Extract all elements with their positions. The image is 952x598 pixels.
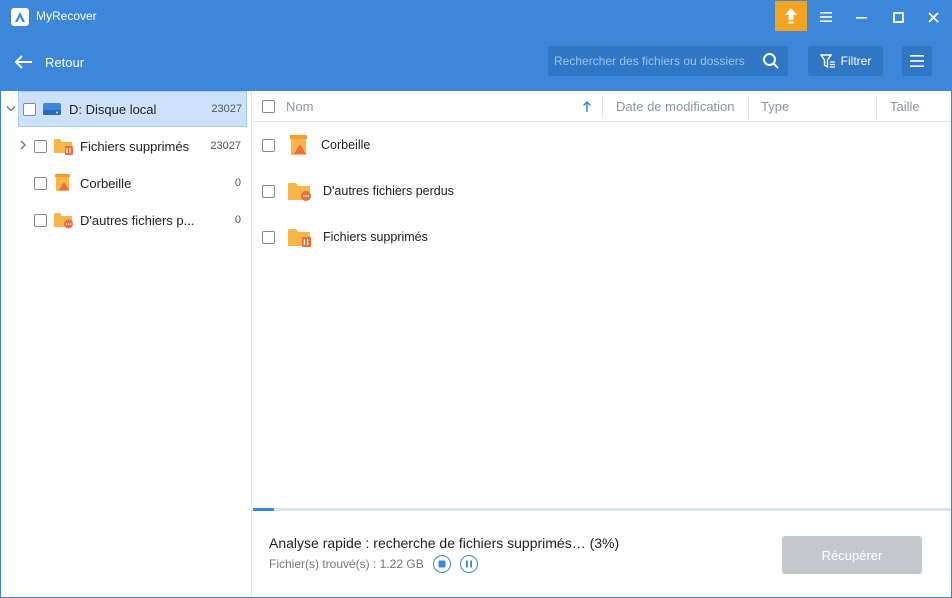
deleted-files-label: Fichiers supprimés xyxy=(80,138,190,154)
close-button[interactable] xyxy=(918,3,948,31)
list-item-deleted-files[interactable]: Fichiers supprimés xyxy=(253,214,951,260)
minimize-button[interactable] xyxy=(846,3,876,31)
stop-icon xyxy=(438,560,446,568)
arrow-left-icon xyxy=(15,55,32,69)
tree-item-recycle-bin[interactable]: Corbeille 0 xyxy=(1,165,251,201)
tree-item-drive[interactable]: D: Disque local 23027 xyxy=(18,91,247,127)
menu-icon xyxy=(910,55,924,67)
app-title: MyRecover xyxy=(36,9,97,23)
chevron-down-icon[interactable] xyxy=(6,105,16,113)
scan-status-text: Analyse rapide : recherche de fichiers s… xyxy=(269,535,620,551)
hamburger-icon xyxy=(820,12,832,22)
filter-button[interactable]: Filtrer xyxy=(808,46,883,76)
other-lost-files-count: 0 xyxy=(234,214,241,226)
main-menu-button[interactable] xyxy=(902,46,932,76)
column-name[interactable]: Nom xyxy=(286,99,313,114)
recycle-bin-count: 0 xyxy=(234,177,241,189)
column-divider[interactable] xyxy=(876,96,877,118)
row-checkbox[interactable] xyxy=(262,230,275,244)
column-modified-date[interactable]: Date de modification xyxy=(616,99,735,114)
drive-label: D: Disque local xyxy=(69,101,157,117)
folder-lost-icon xyxy=(288,183,311,201)
sidebar-tree: D: Disque local 23027 Fichiers supprimés… xyxy=(1,91,252,597)
back-button[interactable]: Retour xyxy=(15,51,84,73)
app-window: MyRecover Retour Rechercher des fichiers… xyxy=(0,0,952,598)
tree-item-other-lost-files[interactable]: D'autres fichiers p... 0 xyxy=(1,202,251,238)
row-checkbox[interactable] xyxy=(262,138,275,152)
deleted-files-checkbox[interactable] xyxy=(34,139,47,153)
found-size-text: Fichier(s) trouvé(s) : 1.22 GB xyxy=(269,557,424,571)
list-item-recycle-bin[interactable]: Corbeille xyxy=(253,122,951,168)
found-row: Fichier(s) trouvé(s) : 1.22 GB xyxy=(269,555,478,573)
deleted-files-count: 23027 xyxy=(210,140,241,152)
file-list: Nom Date de modification Type Taille Cor… xyxy=(253,91,951,509)
row-checkbox[interactable] xyxy=(262,184,275,198)
folder-lost-icon xyxy=(54,213,73,229)
folder-deleted-icon xyxy=(288,229,311,247)
sort-arrow-up-icon[interactable] xyxy=(582,101,592,113)
recycle-bin-icon xyxy=(290,135,307,155)
tree-item-deleted-files[interactable]: Fichiers supprimés 23027 xyxy=(1,128,251,164)
close-icon xyxy=(927,11,939,23)
search-box xyxy=(548,46,788,76)
column-divider[interactable] xyxy=(602,96,603,118)
other-lost-files-checkbox[interactable] xyxy=(34,213,47,227)
stop-scan-button[interactable] xyxy=(432,555,451,573)
pause-icon xyxy=(465,560,472,568)
row-name: D'autres fichiers perdus xyxy=(323,184,454,198)
column-type[interactable]: Type xyxy=(761,99,789,114)
search-input[interactable] xyxy=(548,46,758,76)
title-bar: MyRecover xyxy=(1,1,951,33)
upgrade-button[interactable] xyxy=(775,1,807,31)
column-header: Nom Date de modification Type Taille xyxy=(253,91,951,122)
window-menu-button[interactable] xyxy=(811,3,841,31)
upgrade-arrow-icon xyxy=(785,8,797,24)
maximize-button[interactable] xyxy=(883,3,913,31)
drive-count: 23027 xyxy=(211,103,242,115)
list-item-other-lost-files[interactable]: D'autres fichiers perdus xyxy=(253,168,951,214)
recycle-bin-label: Corbeille xyxy=(80,175,132,191)
filter-label: Filtrer xyxy=(840,54,872,68)
pause-scan-button[interactable] xyxy=(459,555,478,573)
minimize-icon xyxy=(855,16,867,19)
footer-panel: Analyse rapide : recherche de fichiers s… xyxy=(253,511,951,597)
column-size[interactable]: Taille xyxy=(890,99,920,114)
recycle-bin-icon xyxy=(55,174,70,191)
filter-icon xyxy=(819,54,835,69)
search-icon[interactable] xyxy=(762,52,780,70)
back-label: Retour xyxy=(45,54,85,70)
column-divider[interactable] xyxy=(748,96,749,118)
select-all-checkbox[interactable] xyxy=(262,100,275,113)
recycle-bin-checkbox[interactable] xyxy=(34,176,47,190)
drive-checkbox[interactable] xyxy=(23,102,36,116)
header-bar: MyRecover Retour Rechercher des fichiers… xyxy=(1,1,951,91)
row-name: Fichiers supprimés xyxy=(323,230,428,244)
app-logo-icon xyxy=(11,8,29,26)
recover-button[interactable]: Récupérer xyxy=(782,536,922,574)
hard-drive-icon xyxy=(43,103,61,115)
folder-deleted-icon xyxy=(54,139,73,155)
row-name: Corbeille xyxy=(321,138,371,152)
other-lost-files-label: D'autres fichiers p... xyxy=(80,212,195,228)
maximize-icon xyxy=(892,11,904,23)
